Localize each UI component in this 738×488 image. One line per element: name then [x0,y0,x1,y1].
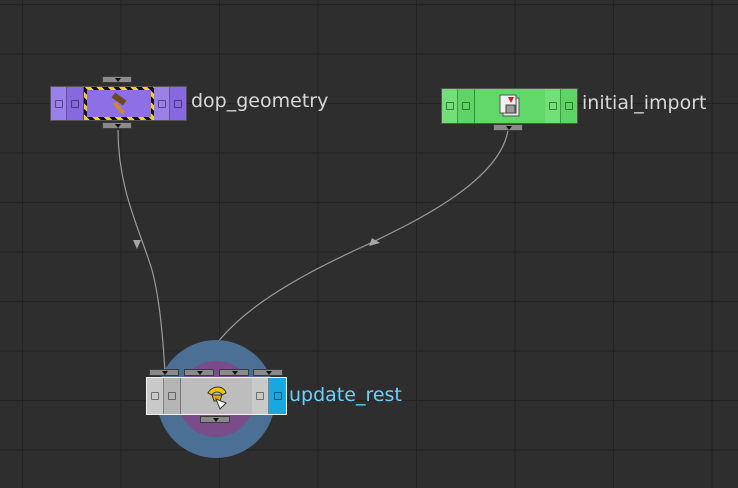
output-connector[interactable] [493,124,523,131]
lock-flag[interactable] [458,89,475,123]
node-tile[interactable] [146,377,287,415]
bypass-flag-icon [445,102,454,110]
input-connector[interactable] [102,76,132,83]
template-flag-icon [256,392,264,400]
node-initial-import[interactable] [441,86,581,136]
template-flag[interactable] [252,378,269,414]
input-connector-4[interactable] [253,369,283,376]
display-flag-icon [174,99,182,108]
template-flag-icon [548,102,557,110]
wire-arrow-1 [133,240,141,249]
input-connector-3[interactable] [219,369,249,376]
display-flag[interactable] [561,89,577,123]
node-tile[interactable] [50,86,187,121]
node-label-initial-import[interactable]: initial_import [582,92,706,114]
wire-initial-import-to-update-rest[interactable] [199,129,509,373]
wrangle-icon [206,386,227,410]
template-flag[interactable] [154,87,170,120]
node-icon-bg [87,90,151,117]
node-label-dop-geometry[interactable]: dop_geometry [191,90,328,112]
lock-flag-icon [71,99,79,108]
input-connector-2[interactable] [184,369,214,376]
node-label-update-rest[interactable]: update_rest [289,384,402,406]
import-file-icon [499,94,520,117]
node-update-rest[interactable] [146,369,288,425]
bypass-flag[interactable] [442,89,458,123]
node-dop-geometry[interactable] [50,76,190,130]
bypass-flag[interactable] [147,378,164,414]
lock-flag-icon [462,102,470,110]
node-tile[interactable] [441,88,578,124]
output-connector[interactable] [102,122,132,129]
display-flag-icon [565,102,573,110]
node-icon-area[interactable] [84,87,154,120]
template-flag[interactable] [545,89,561,123]
wire-dop-geometry-to-update-rest[interactable] [117,129,166,373]
template-flag-icon [157,99,166,108]
node-icon-area[interactable] [475,89,545,123]
display-flag[interactable] [170,87,186,120]
lock-flag-icon [168,392,176,400]
bypass-flag-icon [54,99,63,108]
output-connector[interactable] [200,416,230,423]
bypass-flag[interactable] [51,87,67,120]
bypass-flag-icon [151,392,159,400]
display-flag-icon [273,392,282,400]
lock-flag[interactable] [67,87,84,120]
hammer-icon [111,92,127,115]
display-flag[interactable] [269,378,286,414]
lock-flag[interactable] [164,378,181,414]
wires-layer [117,129,509,373]
input-connector-1[interactable] [149,369,179,376]
node-icon-area[interactable] [181,378,252,414]
